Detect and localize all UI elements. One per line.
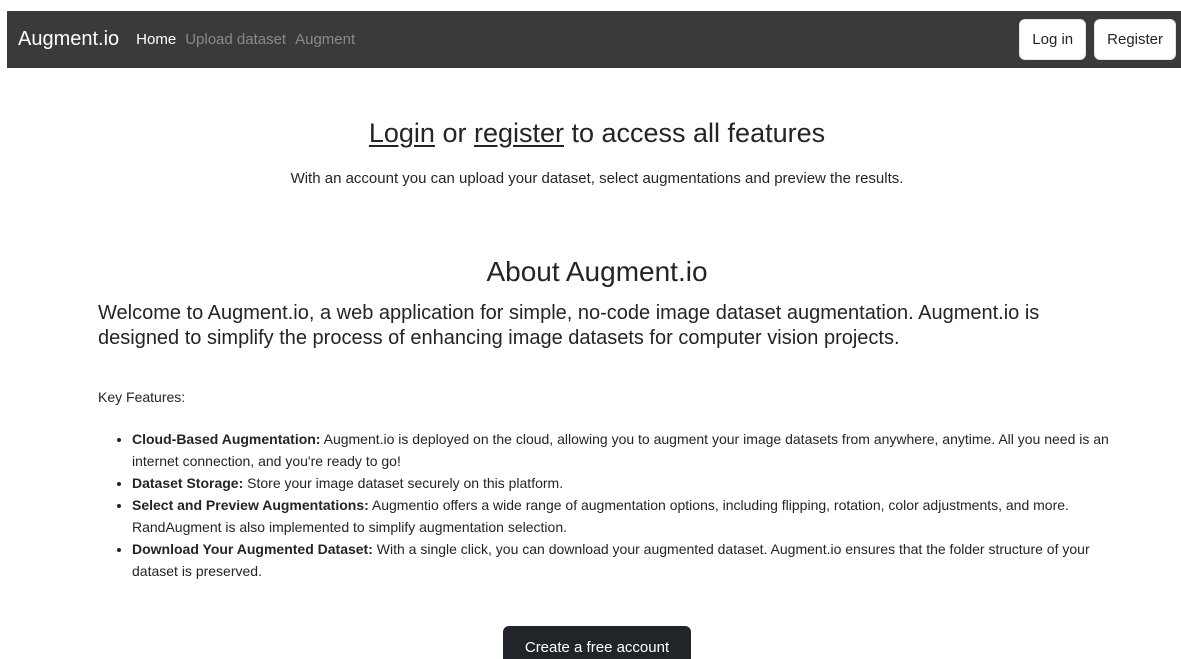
feature-text: Store your image dataset securely on thi… <box>243 475 564 491</box>
welcome-heading: Welcome to Augment.io, a web application… <box>98 302 1040 349</box>
navbar: Augment.io Home Upload dataset Augment L… <box>7 11 1181 68</box>
login-link[interactable]: Login <box>369 118 435 148</box>
nav-link-augment[interactable]: Augment <box>295 31 355 48</box>
page: Augment.io Home Upload dataset Augment L… <box>0 0 1181 659</box>
key-features-label: Key Features: <box>98 389 186 405</box>
hero-subtitle: With an account you can upload your data… <box>290 170 904 187</box>
nav-link-upload-dataset[interactable]: Upload dataset <box>185 31 286 48</box>
hero-or-text: or <box>434 118 474 148</box>
create-account-button[interactable]: Create a free account <box>503 626 691 659</box>
about-title: About Augment.io <box>486 256 708 287</box>
auth-buttons: Log in Register <box>1019 19 1176 60</box>
feature-title: Download Your Augmented Dataset: <box>132 541 373 557</box>
register-button[interactable]: Register <box>1094 19 1176 60</box>
feature-title: Select and Preview Augmentations: <box>132 497 369 513</box>
feature-item: Download Your Augmented Dataset: With a … <box>132 538 1132 582</box>
feature-item: Select and Preview Augmentations: Augmen… <box>132 494 1132 538</box>
brand-logo[interactable]: Augment.io <box>18 28 119 51</box>
login-button[interactable]: Log in <box>1019 19 1087 60</box>
features-list: Cloud-Based Augmentation: Augment.io is … <box>116 428 1132 582</box>
nav-links: Home Upload dataset Augment <box>136 31 355 48</box>
hero-title-rest: to access all features <box>563 118 826 148</box>
feature-title: Dataset Storage: <box>132 475 244 491</box>
feature-item: Dataset Storage: Store your image datase… <box>132 472 1132 494</box>
feature-title: Cloud-Based Augmentation: <box>132 431 321 447</box>
hero-title: Login or register to access all features <box>0 118 1181 149</box>
nav-link-home[interactable]: Home <box>136 31 176 48</box>
register-link[interactable]: register <box>474 118 564 148</box>
feature-item: Cloud-Based Augmentation: Augment.io is … <box>132 428 1132 472</box>
